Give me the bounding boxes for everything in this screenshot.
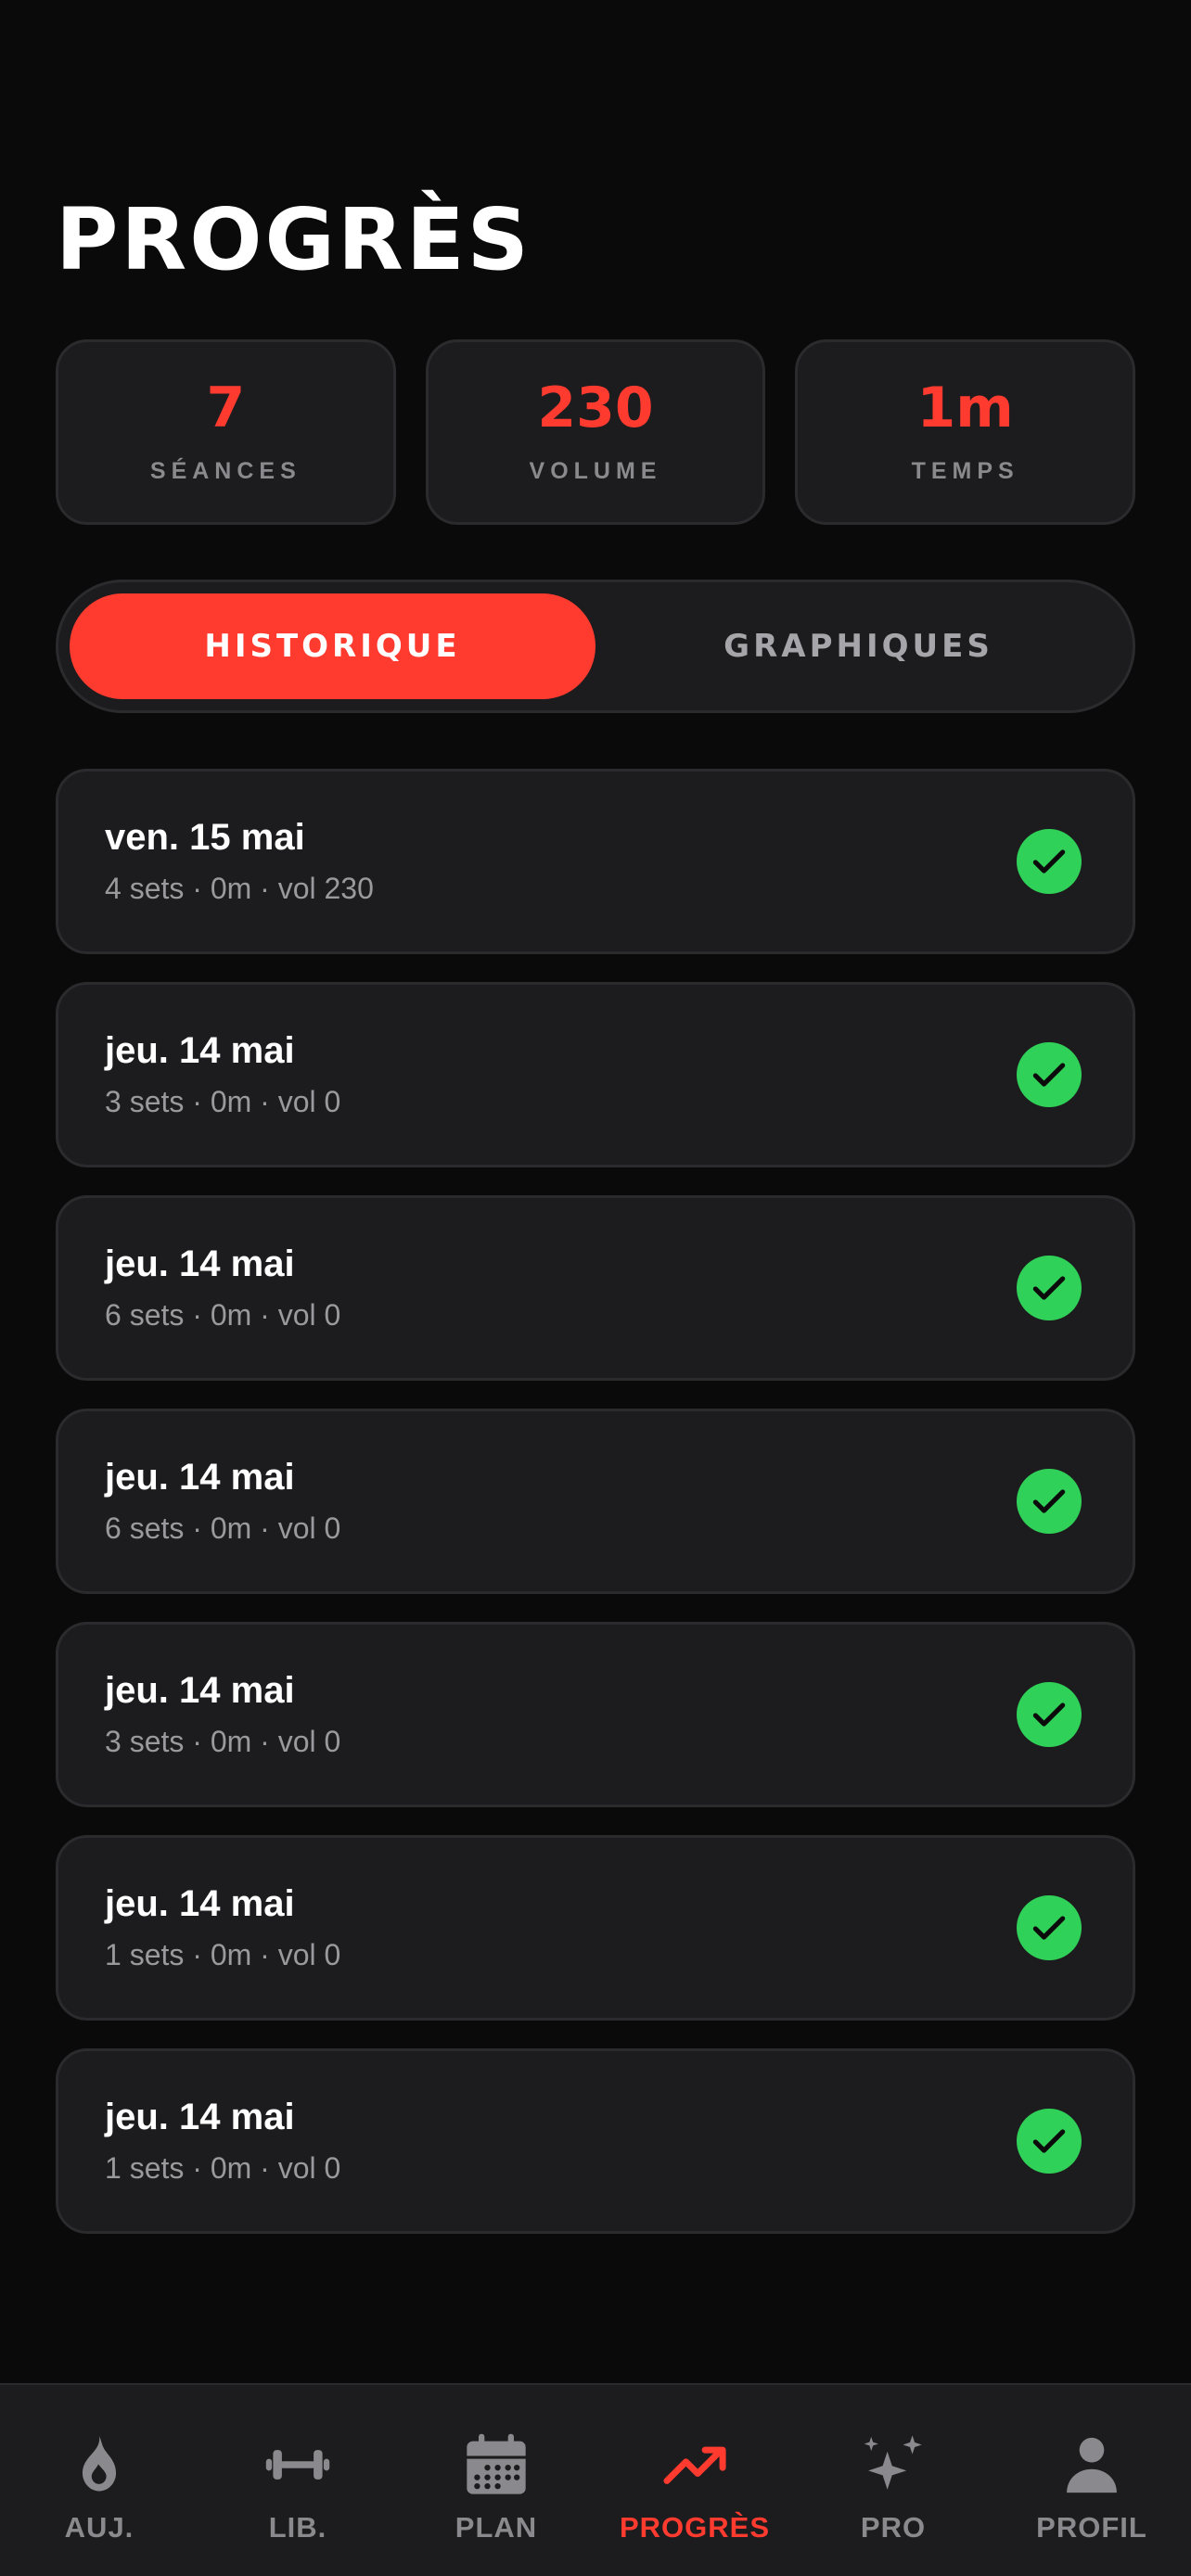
stat-label: TEMPS bbox=[911, 457, 1019, 484]
stat-value: 1m bbox=[916, 375, 1014, 440]
checkmark-icon bbox=[1017, 1469, 1082, 1534]
session-meta: 3 sets · 0m · vol 0 bbox=[105, 1085, 341, 1118]
session-item[interactable]: jeu. 14 mai 1 sets · 0m · vol 0 bbox=[56, 1835, 1135, 2021]
session-date: ven. 15 mai bbox=[105, 817, 305, 858]
session-info: jeu. 14 mai 3 sets · 0m · vol 0 bbox=[105, 1030, 340, 1119]
session-item[interactable]: ven. 15 mai 4 sets · 0m · vol 230 bbox=[56, 769, 1135, 954]
tab-pro[interactable]: PRO bbox=[794, 2385, 992, 2576]
tab-history[interactable]: HISTORIQUE bbox=[70, 593, 596, 699]
tab-profile[interactable]: PROFIL bbox=[992, 2385, 1191, 2576]
session-date: jeu. 14 mai bbox=[105, 1883, 295, 1924]
page-title: PROGRÈS bbox=[56, 190, 531, 289]
tab-label: PROGRÈS bbox=[619, 2511, 771, 2544]
progress-screen: PROGRÈS 7 SÉANCES 230 VOLUME 1m TEMPS HI… bbox=[0, 0, 1191, 2576]
session-item[interactable]: jeu. 14 mai 6 sets · 0m · vol 0 bbox=[56, 1409, 1135, 1594]
session-meta: 6 sets · 0m · vol 0 bbox=[105, 1511, 341, 1545]
tab-charts[interactable]: GRAPHIQUES bbox=[596, 593, 1121, 699]
session-date: jeu. 14 mai bbox=[105, 1030, 295, 1071]
session-item[interactable]: jeu. 14 mai 3 sets · 0m · vol 0 bbox=[56, 1622, 1135, 1807]
stat-value: 7 bbox=[206, 375, 246, 440]
tab-label: PLAN bbox=[455, 2511, 538, 2544]
session-info: jeu. 14 mai 1 sets · 0m · vol 0 bbox=[105, 2097, 340, 2186]
session-date: jeu. 14 mai bbox=[105, 1670, 295, 1711]
stat-card-time: 1m TEMPS bbox=[795, 339, 1136, 525]
session-meta: 1 sets · 0m · vol 0 bbox=[105, 1938, 341, 1971]
flame-icon bbox=[82, 2435, 117, 2492]
session-date: jeu. 14 mai bbox=[105, 1243, 295, 1284]
session-info: jeu. 14 mai 6 sets · 0m · vol 0 bbox=[105, 1457, 340, 1546]
session-item[interactable]: jeu. 14 mai 3 sets · 0m · vol 0 bbox=[56, 982, 1135, 1167]
stat-card-sessions: 7 SÉANCES bbox=[56, 339, 396, 525]
session-item[interactable]: jeu. 14 mai 1 sets · 0m · vol 0 bbox=[56, 2048, 1135, 2234]
stat-card-volume: 230 VOLUME bbox=[425, 339, 766, 525]
dumbbell-icon bbox=[265, 2450, 330, 2480]
tab-label: AUJ. bbox=[64, 2511, 134, 2544]
sparkles-icon bbox=[864, 2435, 922, 2490]
session-meta: 1 sets · 0m · vol 0 bbox=[105, 2151, 341, 2185]
checkmark-icon bbox=[1017, 1895, 1082, 1960]
session-meta: 4 sets · 0m · vol 230 bbox=[105, 872, 374, 905]
stat-label: SÉANCES bbox=[149, 457, 301, 484]
stat-label: VOLUME bbox=[529, 457, 662, 484]
session-date: jeu. 14 mai bbox=[105, 1457, 295, 1498]
session-info: jeu. 14 mai 6 sets · 0m · vol 0 bbox=[105, 1243, 340, 1333]
checkmark-icon bbox=[1017, 1682, 1082, 1747]
checkmark-icon bbox=[1017, 1256, 1082, 1320]
session-list: ven. 15 mai 4 sets · 0m · vol 230 jeu. 1… bbox=[56, 769, 1135, 2262]
tab-today[interactable]: AUJ. bbox=[0, 2385, 198, 2576]
tab-bar: AUJ. LIB. PLAN PROGRÈS PRO PROFIL bbox=[0, 2383, 1191, 2576]
session-info: ven. 15 mai 4 sets · 0m · vol 230 bbox=[105, 817, 374, 906]
tab-library[interactable]: LIB. bbox=[198, 2385, 397, 2576]
tab-label: LIB. bbox=[268, 2511, 327, 2544]
session-item[interactable]: jeu. 14 mai 6 sets · 0m · vol 0 bbox=[56, 1195, 1135, 1381]
session-info: jeu. 14 mai 3 sets · 0m · vol 0 bbox=[105, 1670, 340, 1759]
view-toggle: HISTORIQUE GRAPHIQUES bbox=[56, 580, 1135, 713]
stat-value: 230 bbox=[537, 375, 654, 440]
checkmark-icon bbox=[1017, 1042, 1082, 1107]
checkmark-icon bbox=[1017, 829, 1082, 894]
tab-plan[interactable]: PLAN bbox=[397, 2385, 596, 2576]
session-meta: 6 sets · 0m · vol 0 bbox=[105, 1298, 341, 1332]
stats-row: 7 SÉANCES 230 VOLUME 1m TEMPS bbox=[56, 339, 1136, 525]
session-date: jeu. 14 mai bbox=[105, 2097, 295, 2137]
checkmark-icon bbox=[1017, 2109, 1082, 2174]
trending-up-icon bbox=[663, 2446, 726, 2484]
calendar-icon bbox=[467, 2433, 526, 2494]
tab-progress[interactable]: PROGRÈS bbox=[596, 2385, 794, 2576]
session-meta: 3 sets · 0m · vol 0 bbox=[105, 1725, 341, 1758]
session-info: jeu. 14 mai 1 sets · 0m · vol 0 bbox=[105, 1883, 340, 1972]
person-icon bbox=[1067, 2437, 1117, 2493]
tab-label: PRO bbox=[860, 2511, 927, 2544]
tab-label: PROFIL bbox=[1036, 2511, 1147, 2544]
